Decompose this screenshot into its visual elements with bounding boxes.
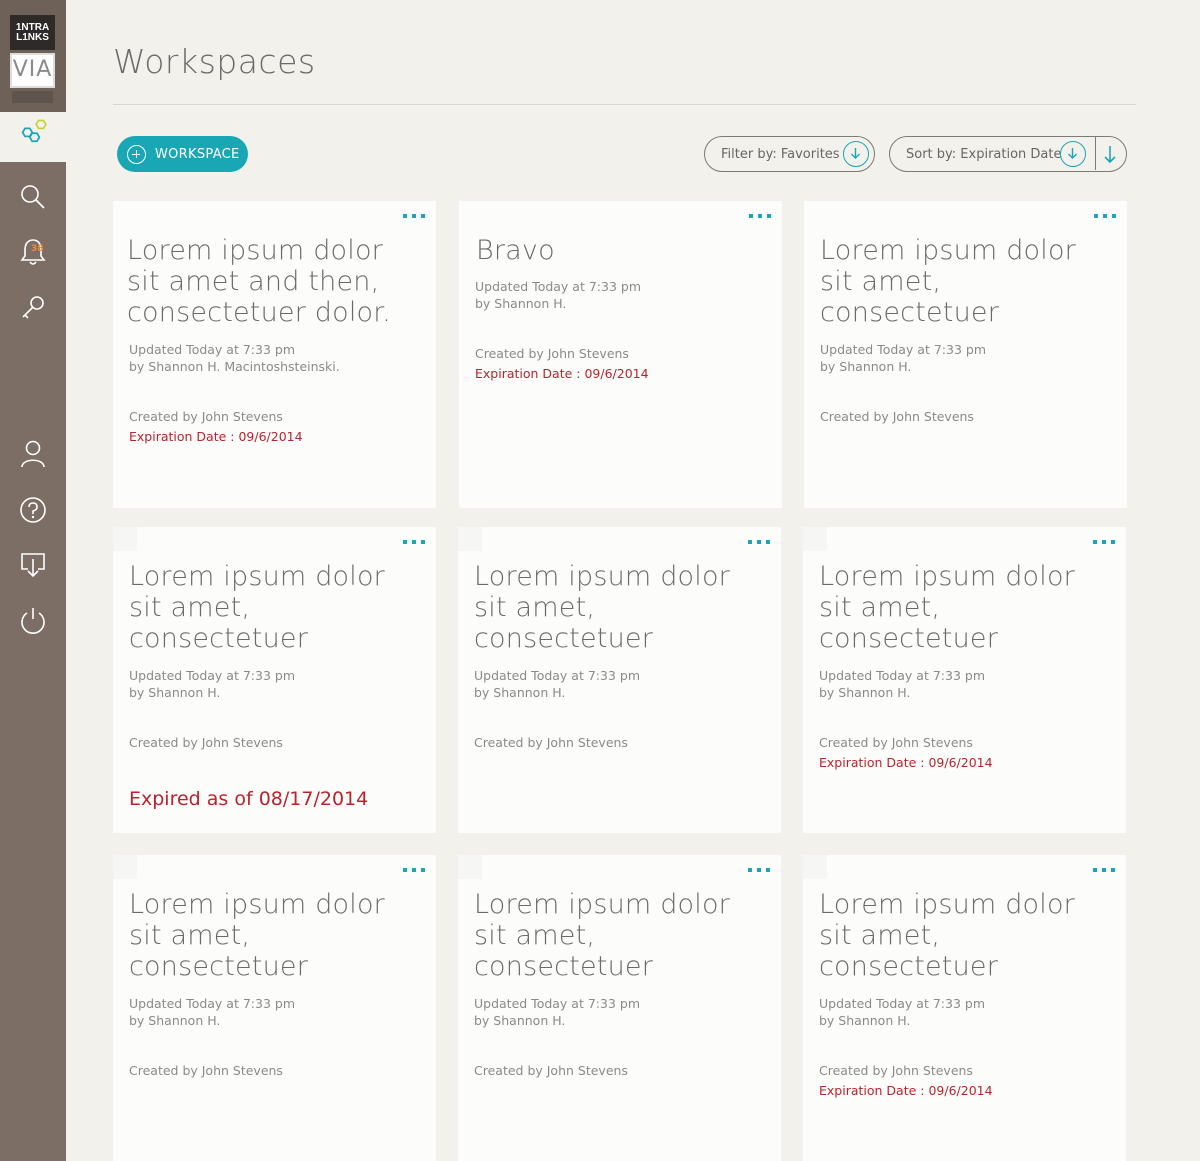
sort-dropdown[interactable]: Sort by: Expiration Date [889,136,1127,172]
plus-circle-icon [127,144,146,164]
card-created: Created by John Stevens [474,735,628,750]
card-corner [113,855,137,879]
workspaces-hex-icon [17,118,49,150]
search-icon[interactable] [17,181,49,213]
user-icon[interactable] [17,438,49,470]
card-corner [803,527,827,551]
card-created: Created by John Stevens [820,409,974,424]
card-created: Created by John Stevens [474,1063,628,1078]
card-title: Bravo [476,235,555,266]
card-title: Lorem ipsum dolor sit amet, consectetuer [474,561,730,654]
card-updated: Updated Today at 7:33 pm by Shannon H. [819,668,985,700]
filter-label: Filter by: Favorites [721,146,840,162]
brand-block: 1NTRA L1NKS VIA [0,0,66,112]
card-corner [458,855,482,879]
card-created: Created by John Stevens [475,346,629,361]
card-expiration-date: Expiration Date : 09/6/2014 [819,755,993,770]
workspace-card[interactable]: Lorem ipsum dolor sit amet, consectetuer… [458,527,781,833]
card-updated: Updated Today at 7:33 pm by Shannon H. [475,279,641,311]
sort-label: Sort by: Expiration Date [906,146,1062,162]
workspace-card[interactable]: Lorem ipsum dolor sit amet, consectetuer… [803,527,1126,833]
card-created: Created by John Stevens [819,735,973,750]
add-workspace-label: WORKSPACE [155,146,240,162]
logo-shadow [12,91,53,103]
more-options-icon[interactable] [748,540,770,544]
filter-dropdown[interactable]: Filter by: Favorites [704,136,875,172]
help-icon[interactable] [17,494,49,526]
card-created: Created by John Stevens [129,409,283,424]
logo-line2: L1NKS [16,32,49,43]
card-created: Created by John Stevens [129,1063,283,1078]
more-options-icon[interactable] [403,540,425,544]
card-title: Lorem ipsum dolor sit amet, consectetuer [819,561,1075,654]
intralinks-logo: 1NTRA L1NKS [10,15,55,50]
card-title: Lorem ipsum dolor sit amet and then, con… [127,235,391,328]
page-title: Workspaces [113,42,316,81]
sort-direction-arrow-icon[interactable] [1100,143,1120,165]
via-logo: VIA [10,53,55,88]
key-icon[interactable] [17,292,49,324]
card-updated: Updated Today at 7:33 pm by Shannon H. M… [129,342,340,374]
chevron-down-icon [843,141,869,167]
more-options-icon[interactable] [1093,868,1115,872]
card-updated: Updated Today at 7:33 pm by Shannon H. [819,996,985,1028]
more-options-icon[interactable] [1093,540,1115,544]
workspace-card[interactable]: Lorem ipsum dolor sit amet and then, con… [113,201,436,508]
card-corner [113,527,137,551]
card-title: Lorem ipsum dolor sit amet, consectetuer [129,561,385,654]
card-expiration-date: Expiration Date : 09/6/2014 [819,1083,993,1098]
card-updated: Updated Today at 7:33 pm by Shannon H. [820,342,986,374]
download-icon[interactable] [17,548,49,580]
add-workspace-button[interactable]: WORKSPACE [117,136,248,172]
card-expired-notice: Expired as of 08/17/2014 [129,788,369,810]
sort-separator [1094,137,1096,170]
card-title: Lorem ipsum dolor sit amet, consectetuer [820,235,1076,328]
card-title: Lorem ipsum dolor sit amet, consectetuer [474,889,730,982]
card-updated: Updated Today at 7:33 pm by Shannon H. [129,996,295,1028]
card-corner [458,527,482,551]
workspace-card[interactable]: Lorem ipsum dolor sit amet, consectetuer… [804,201,1127,508]
workspace-card[interactable]: Lorem ipsum dolor sit amet, consectetuer… [113,527,436,833]
workspace-card[interactable]: Lorem ipsum dolor sit amet, consectetuer… [458,855,781,1161]
card-corner [803,855,827,879]
card-created: Created by John Stevens [819,1063,973,1078]
chevron-down-icon [1060,141,1086,167]
power-icon[interactable] [17,604,49,636]
more-options-icon[interactable] [403,868,425,872]
card-updated: Updated Today at 7:33 pm by Shannon H. [474,996,640,1028]
card-expiration-date: Expiration Date : 09/6/2014 [129,429,303,444]
more-options-icon[interactable] [749,214,771,218]
card-updated: Updated Today at 7:33 pm by Shannon H. [129,668,295,700]
workspace-card[interactable]: Bravo Updated Today at 7:33 pm by Shannon… [459,201,782,508]
more-options-icon[interactable] [403,214,425,218]
nav-workspaces[interactable] [0,112,66,162]
card-created: Created by John Stevens [129,735,283,750]
workspace-card[interactable]: Lorem ipsum dolor sit amet, consectetuer… [113,855,436,1161]
card-expiration-date: Expiration Date : 09/6/2014 [475,366,649,381]
workspace-card[interactable]: Lorem ipsum dolor sit amet, consectetuer… [803,855,1126,1161]
card-title: Lorem ipsum dolor sit amet, consectetuer [129,889,385,982]
more-options-icon[interactable] [1094,214,1116,218]
sidebar: 1NTRA L1NKS VIA 38 [0,0,66,1161]
card-updated: Updated Today at 7:33 pm by Shannon H. [474,668,640,700]
header-divider [113,104,1136,105]
card-title: Lorem ipsum dolor sit amet, consectetuer [819,889,1075,982]
more-options-icon[interactable] [748,868,770,872]
notification-badge: 38 [31,244,44,254]
